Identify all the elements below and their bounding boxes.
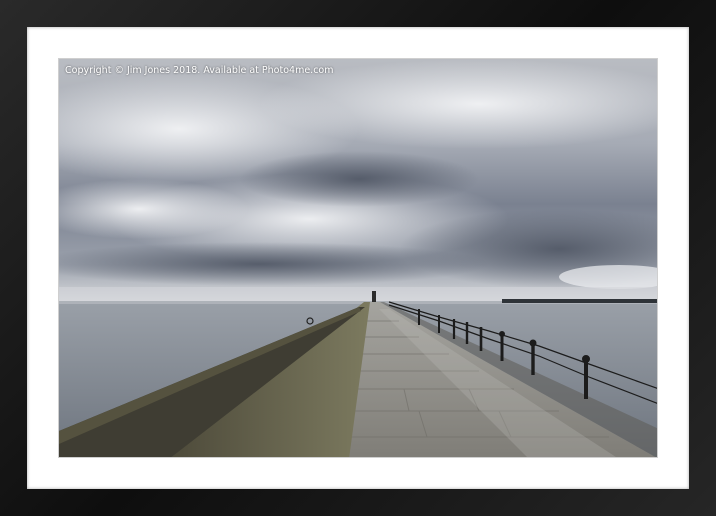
lighthouse (372, 291, 376, 302)
cloud (239, 151, 479, 207)
pier-scene (59, 59, 657, 457)
copyright-watermark: Copyright © Jim Jones 2018. Available at… (65, 65, 334, 76)
pier-photograph: Copyright © Jim Jones 2018. Available at… (58, 58, 658, 458)
horizon-haze (59, 287, 657, 301)
distant-breakwater (502, 299, 657, 303)
